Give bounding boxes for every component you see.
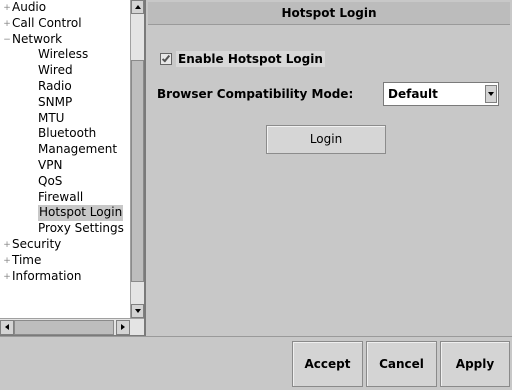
- tree-item-label: Firewall: [38, 189, 84, 204]
- vertical-scroll-thumb[interactable]: [131, 60, 144, 282]
- enable-hotspot-login-label[interactable]: Enable Hotspot Login: [176, 51, 325, 67]
- arrow-left-icon: [5, 324, 9, 330]
- tree-item-label: Bluetooth: [38, 126, 97, 141]
- tree-item-label: Hotspot Login: [38, 205, 124, 222]
- tree-item-audio[interactable]: + Audio: [0, 0, 130, 16]
- tree-item-label: VPN: [38, 157, 63, 172]
- tree-item-label: Network: [12, 31, 63, 46]
- browser-compatibility-label: Browser Compatibility Mode:: [157, 87, 354, 101]
- tree-horizontal-scrollbar[interactable]: [0, 318, 144, 335]
- expand-icon[interactable]: +: [3, 240, 11, 249]
- tree-item-firewall[interactable]: Firewall: [0, 190, 130, 206]
- tree-item-label: Radio: [38, 78, 72, 93]
- tree-item-qos[interactable]: QoS: [0, 174, 130, 190]
- scroll-right-button[interactable]: [116, 320, 130, 335]
- tree-item-time[interactable]: + Time: [0, 253, 130, 269]
- accept-button[interactable]: Accept: [292, 341, 363, 387]
- tree-item-network[interactable]: − Network: [0, 32, 130, 48]
- navigation-tree: + Audio + Call Control − Network Wireless Wired…: [0, 0, 146, 336]
- expand-icon[interactable]: +: [3, 272, 11, 281]
- tree-item-bluetooth[interactable]: Bluetooth: [0, 126, 130, 142]
- tree-item-hotspot-login[interactable]: Hotspot Login: [0, 205, 130, 222]
- tree-item-label: QoS: [38, 173, 63, 188]
- tree-item-label: MTU: [38, 110, 65, 125]
- enable-hotspot-login-checkbox[interactable]: [160, 53, 172, 65]
- arrow-up-icon: [135, 5, 141, 9]
- cancel-button[interactable]: Cancel: [366, 341, 437, 387]
- tree-item-security[interactable]: + Security: [0, 237, 130, 253]
- scroll-up-button[interactable]: [131, 0, 144, 14]
- scroll-left-button[interactable]: [0, 320, 14, 335]
- scrollbar-corner: [130, 319, 144, 335]
- tree-item-label: Management: [38, 142, 118, 157]
- apply-button[interactable]: Apply: [440, 341, 510, 387]
- scroll-down-button[interactable]: [131, 304, 144, 318]
- page-title: Hotspot Login: [148, 2, 510, 25]
- tree-item-label: Wireless: [38, 47, 89, 62]
- collapse-icon[interactable]: −: [3, 35, 11, 44]
- tree-item-management[interactable]: Management: [0, 142, 130, 158]
- expand-icon[interactable]: +: [3, 19, 11, 28]
- tree-list: + Audio + Call Control − Network Wireless Wired…: [0, 0, 130, 284]
- tree-item-label: Call Control: [12, 15, 82, 30]
- horizontal-scroll-thumb[interactable]: [14, 320, 114, 335]
- tree-item-wireless[interactable]: Wireless: [0, 47, 130, 63]
- checkmark-icon: [161, 53, 171, 63]
- action-bar: Accept Cancel Apply: [0, 336, 512, 390]
- tree-item-label: Information: [12, 268, 82, 283]
- expand-icon[interactable]: +: [3, 4, 11, 13]
- tree-item-mtu[interactable]: MTU: [0, 111, 130, 127]
- tree-item-vpn[interactable]: VPN: [0, 158, 130, 174]
- tree-item-label: Time: [12, 252, 42, 267]
- tree-item-label: Security: [12, 236, 62, 251]
- tree-item-label: SNMP: [38, 94, 73, 109]
- login-button[interactable]: Login: [266, 125, 386, 154]
- tree-item-label: Audio: [12, 0, 47, 14]
- enable-hotspot-login-row[interactable]: Enable Hotspot Login: [160, 50, 325, 68]
- tree-item-proxy-settings[interactable]: Proxy Settings: [0, 221, 130, 237]
- tree-item-radio[interactable]: Radio: [0, 79, 130, 95]
- arrow-down-icon: [135, 309, 141, 313]
- tree-item-call-control[interactable]: + Call Control: [0, 16, 130, 32]
- arrow-right-icon: [121, 324, 125, 330]
- browser-compatibility-select[interactable]: Default: [383, 82, 499, 106]
- tree-vertical-scrollbar[interactable]: [130, 0, 144, 318]
- browser-compatibility-value: Default: [388, 87, 438, 101]
- tree-item-information[interactable]: + Information: [0, 269, 130, 285]
- chevron-down-icon: [488, 92, 494, 96]
- settings-panel: Hotspot Login Enable Hotspot Login Brows…: [146, 0, 512, 336]
- tree-item-label: Proxy Settings: [38, 221, 124, 236]
- dropdown-button[interactable]: [485, 85, 497, 103]
- tree-item-snmp[interactable]: SNMP: [0, 95, 130, 111]
- tree-item-label: Wired: [38, 63, 73, 78]
- tree-item-wired[interactable]: Wired: [0, 63, 130, 79]
- expand-icon[interactable]: +: [3, 256, 11, 265]
